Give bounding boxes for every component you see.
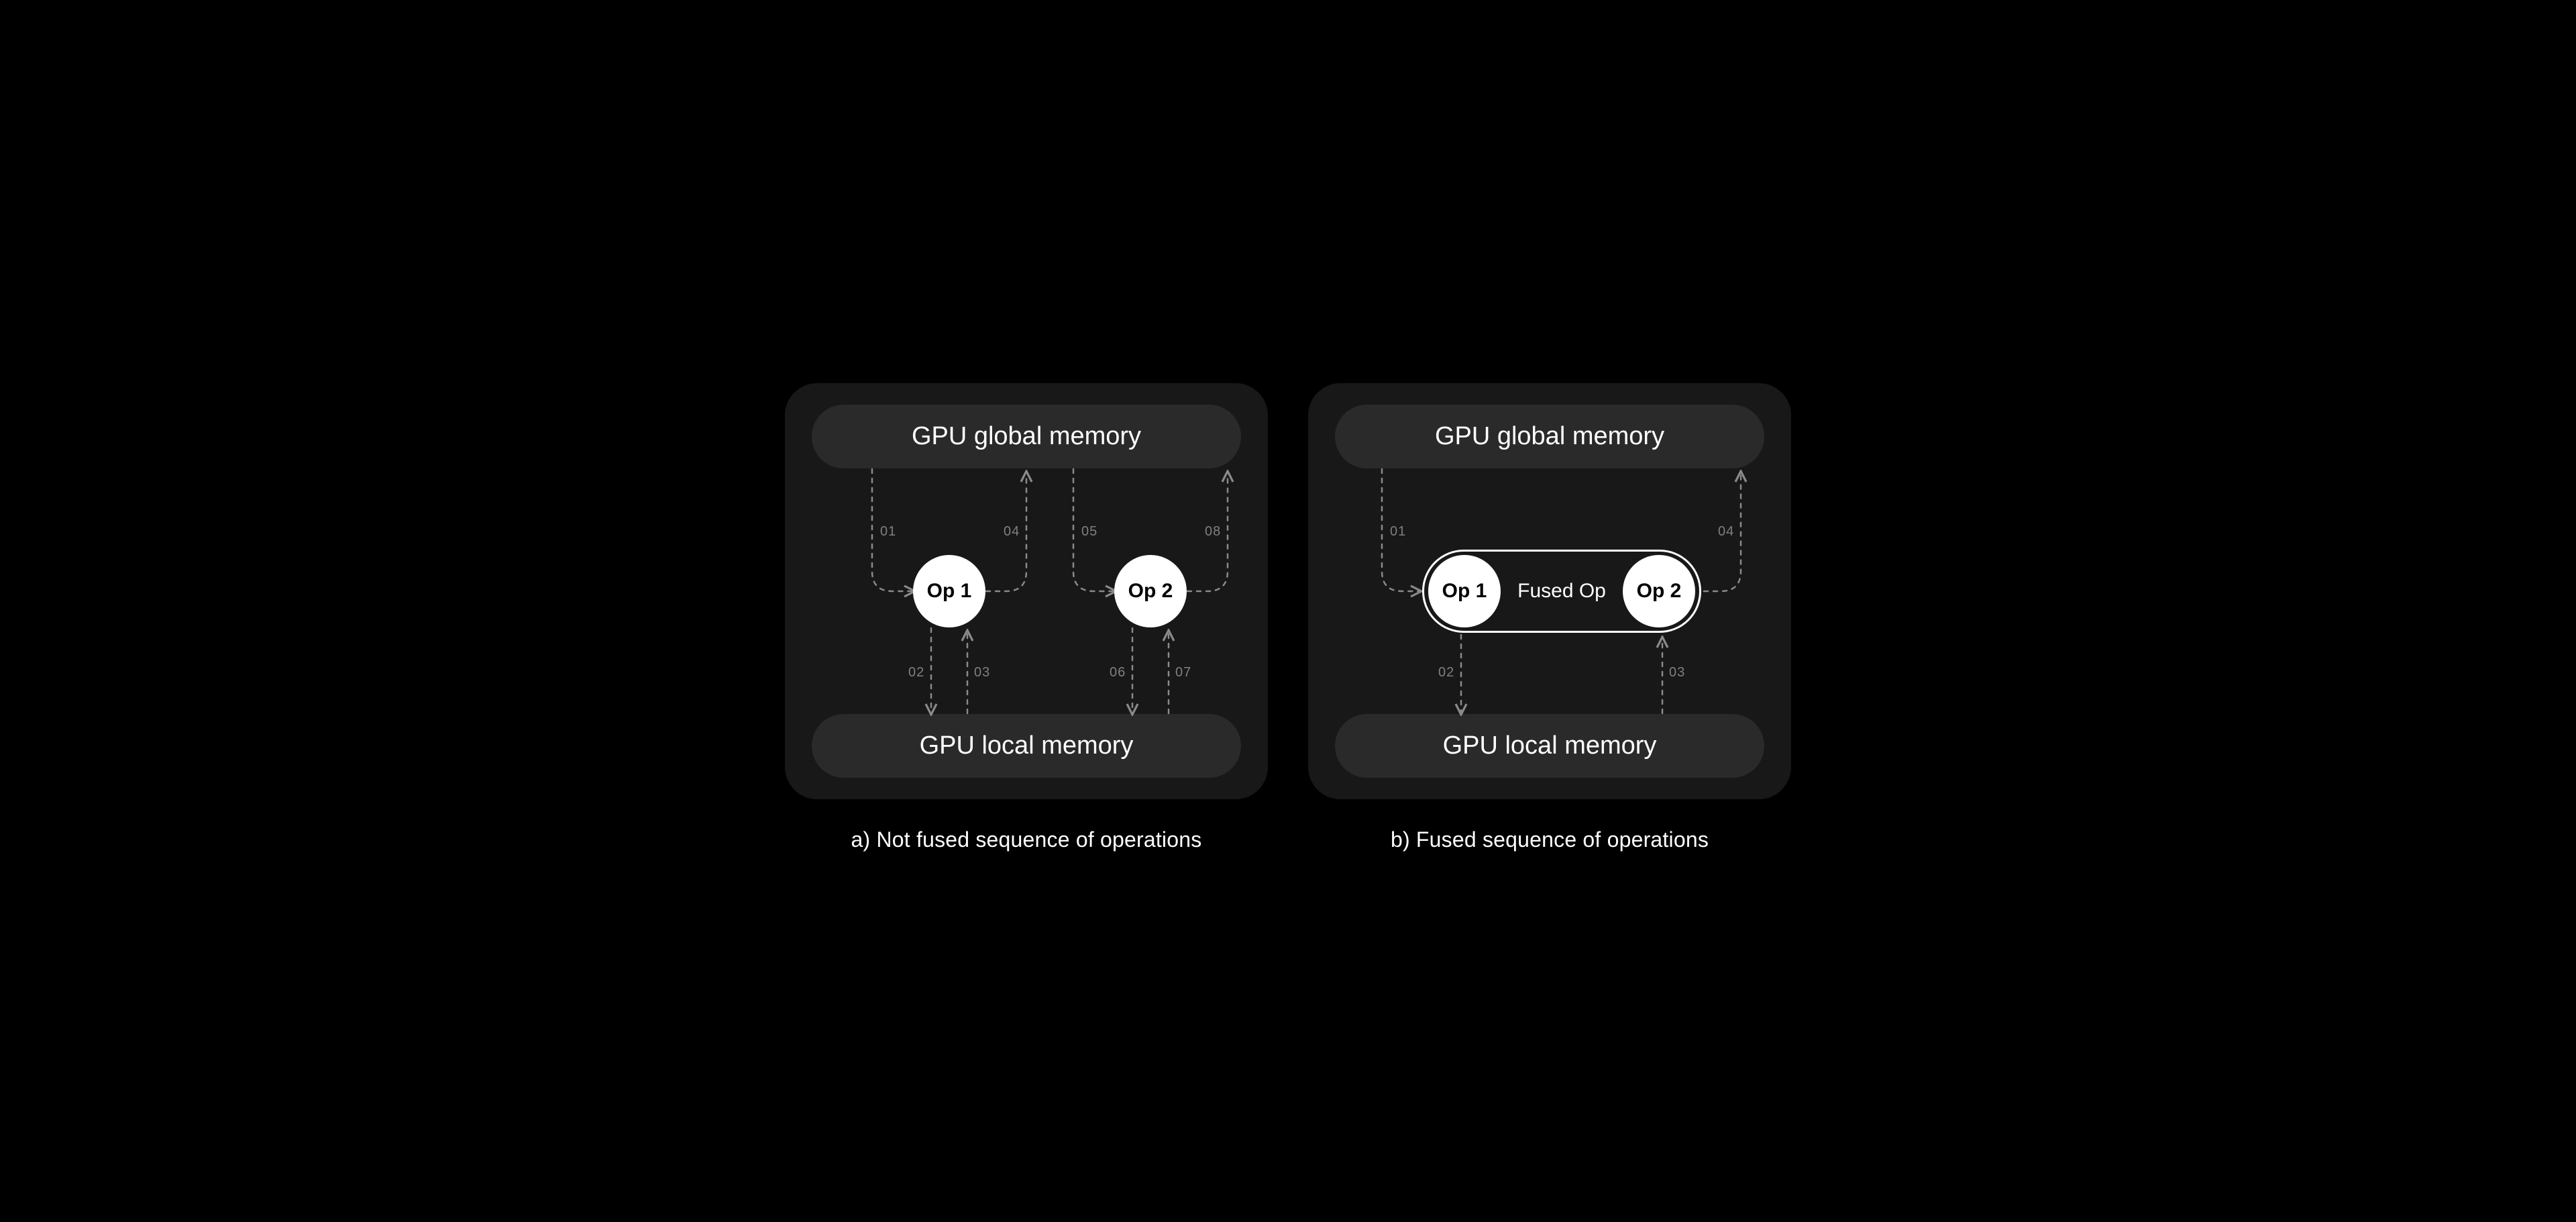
local-memory-bar: GPU local memory <box>812 714 1241 778</box>
step-label: 01 <box>1390 524 1406 540</box>
step-label: 06 <box>1110 665 1126 680</box>
left-column: GPU global memory GPU local memory <box>785 383 1268 852</box>
right-panel: GPU global memory GPU local memory Op 1 <box>1308 383 1791 799</box>
step-label: 04 <box>1004 524 1020 540</box>
right-column: GPU global memory GPU local memory Op 1 <box>1308 383 1791 852</box>
op1-node: Op 1 <box>913 555 985 627</box>
step-label: 02 <box>1438 665 1454 680</box>
left-caption: a) Not fused sequence of operations <box>851 827 1202 852</box>
local-memory-bar: GPU local memory <box>1335 714 1764 778</box>
step-label: 03 <box>974 665 990 680</box>
step-label: 04 <box>1718 524 1734 540</box>
step-label: 02 <box>908 665 924 680</box>
op2-node: Op 2 <box>1623 555 1695 627</box>
fused-op-label: Fused Op <box>1503 580 1621 603</box>
global-memory-bar: GPU global memory <box>812 405 1241 468</box>
fused-op-pill: Op 1 Fused Op Op 2 <box>1422 550 1701 633</box>
step-label: 05 <box>1081 524 1097 540</box>
op1-node: Op 1 <box>1428 555 1501 627</box>
step-label: 03 <box>1669 665 1685 680</box>
op2-node: Op 2 <box>1114 555 1187 627</box>
step-label: 07 <box>1175 665 1191 680</box>
step-label: 08 <box>1205 524 1221 540</box>
diagram-container: GPU global memory GPU local memory <box>758 343 1818 879</box>
global-memory-bar: GPU global memory <box>1335 405 1764 468</box>
right-caption: b) Fused sequence of operations <box>1391 827 1709 852</box>
left-panel: GPU global memory GPU local memory <box>785 383 1268 799</box>
step-label: 01 <box>880 524 896 540</box>
